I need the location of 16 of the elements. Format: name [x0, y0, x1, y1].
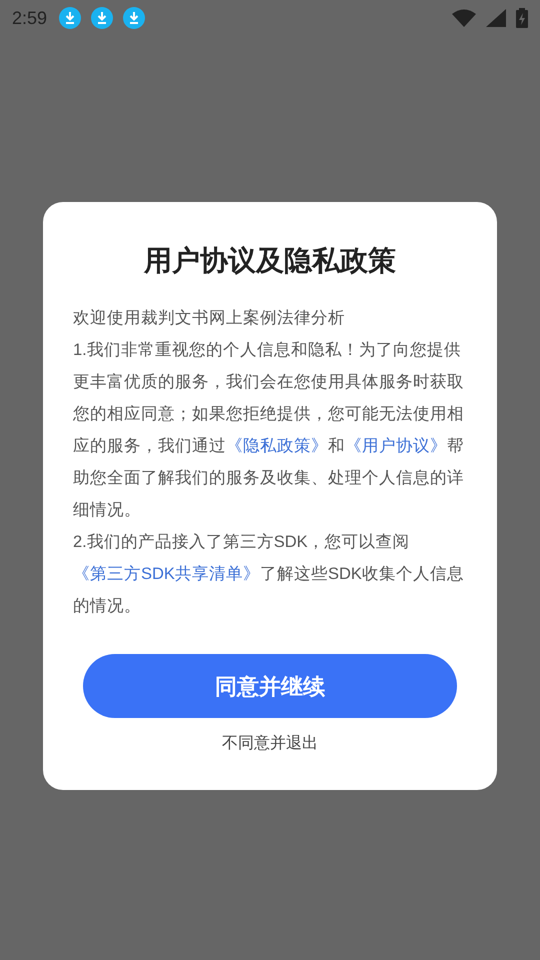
wifi-icon	[452, 9, 476, 27]
policy-paragraph: 2.我们的产品接入了第三方SDK，您可以查阅 《第三方SDK共享清单》了解这些SDK收集个人信息的情况。	[73, 532, 465, 617]
battery-icon	[516, 8, 528, 28]
policy-paragraph: 1.我们非常重视您的个人信息和隐私！为了向您提供更丰富优质的服务，我们会在您使用具体服务时获取您的相应同意；如果您拒绝提供，您可能无法使用相应的服务，我们通过《隐私政策》和《用户协议》帮助您全面了解我们的服务及收集、处理个人信息的详细情况。	[73, 340, 465, 521]
download-icon	[59, 7, 82, 29]
decline-link[interactable]: 不同意并退出	[222, 732, 318, 756]
download-icon	[123, 7, 146, 29]
link[interactable]: 《用户协议》	[345, 437, 447, 455]
link[interactable]: 《隐私政策》	[226, 437, 328, 455]
dialog-title: 用户协议及隐私政策	[142, 244, 397, 278]
policy-paragraph: 欢迎使用裁判文书网上案例法律分析	[73, 308, 346, 329]
download-icon	[91, 7, 114, 29]
signal-icon	[486, 9, 506, 27]
agree-button[interactable]: 同意并继续	[83, 654, 457, 718]
status-time: 2:59	[12, 6, 48, 30]
link[interactable]: 《第三方SDK共享清单》	[73, 565, 260, 583]
